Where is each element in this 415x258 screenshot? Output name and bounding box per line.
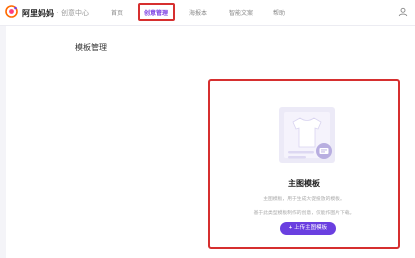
upload-template-button[interactable]: + 上传主图模板 xyxy=(280,222,336,235)
card-description-line-2: 基于此类型模板制作的创意，仅能作图片下载。 xyxy=(253,211,355,216)
user-avatar-icon[interactable] xyxy=(398,7,408,17)
active-nav-highlight xyxy=(138,3,175,21)
card-description-line-1: 主图模板，用于生成大促投放的模板。 xyxy=(263,197,345,202)
card-title: 主图模板 xyxy=(288,179,320,188)
page-title: 模板管理 xyxy=(75,43,107,52)
top-navigation-bar: 阿里妈妈 · 创意中心 首页 创意管理 海报本 智能文案 帮助 xyxy=(0,0,415,26)
brand-logo-icon[interactable] xyxy=(5,5,18,18)
brand-name[interactable]: 阿里妈妈 xyxy=(22,8,54,19)
upload-template-button-label: 上传主图模板 xyxy=(294,225,328,231)
brand-subtitle: 创意中心 xyxy=(61,10,89,17)
nav-help[interactable]: 帮助 xyxy=(273,8,285,17)
left-rail xyxy=(0,26,6,258)
plus-icon: + xyxy=(288,225,293,231)
nav-poster-book[interactable]: 海报本 xyxy=(189,8,207,17)
brand-separator: · xyxy=(56,8,59,17)
nav-home[interactable]: 首页 xyxy=(111,8,123,17)
template-illustration-icon xyxy=(279,107,335,163)
nav-smart-copywriting[interactable]: 智能文案 xyxy=(229,8,253,17)
page: 阿里妈妈 · 创意中心 首页 创意管理 海报本 智能文案 帮助 模板管理 主图模… xyxy=(0,0,415,258)
